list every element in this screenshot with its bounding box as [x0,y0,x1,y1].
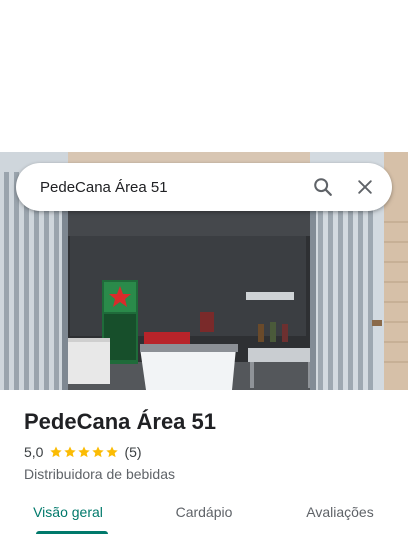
tab-label: Cardápio [175,504,233,520]
search-bar[interactable]: PedeCana Área 51 [16,163,392,211]
star-icon [106,446,119,458]
rating-row[interactable]: 5,0 (5) [24,443,384,461]
review-count[interactable]: (5) [124,444,141,460]
place-category[interactable]: Distribuidora de bebidas [24,466,384,482]
star-icon [78,446,91,458]
active-tab-indicator [36,531,108,534]
tab-bar: Visão geral Cardápio Avaliações [0,492,408,542]
search-icon[interactable] [302,166,344,208]
tab-reviews[interactable]: Avaliações [272,492,408,542]
rating-value: 5,0 [24,444,44,460]
star-icon [92,446,105,458]
place-info: PedeCana Área 51 5,0 (5) Distribuidora d… [24,408,384,482]
star-icon [64,446,77,458]
star-rating [49,445,119,459]
tab-label: Avaliações [306,504,374,520]
place-title: PedeCana Área 51 [24,409,216,434]
tab-menu[interactable]: Cardápio [136,492,272,542]
tab-overview[interactable]: Visão geral [0,492,136,542]
tab-label: Visão geral [33,504,103,520]
star-icon [50,446,63,458]
close-icon[interactable] [344,166,386,208]
search-input[interactable]: PedeCana Área 51 [16,179,302,196]
